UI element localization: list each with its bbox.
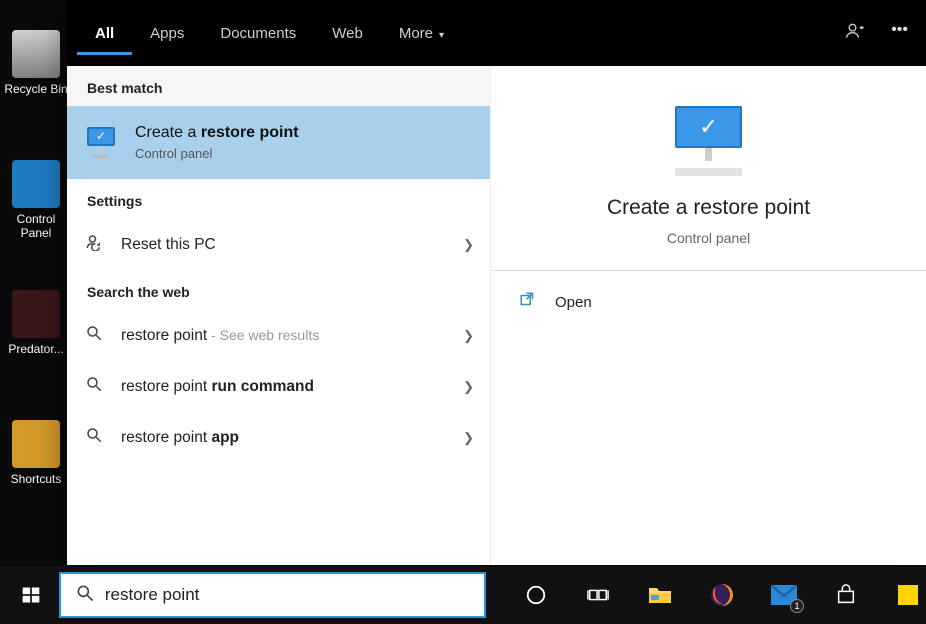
taskbar: 1 — [0, 566, 926, 624]
search-icon — [83, 324, 105, 347]
desktop-icon-label: Predator... — [4, 342, 68, 356]
desktop-icon-label: Control Panel — [4, 212, 68, 240]
preview-column: ✓ Create a restore point Control panel O… — [491, 66, 926, 565]
best-match-title-bold: restore point — [201, 124, 299, 141]
desktop-icon-control-panel[interactable]: Control Panel — [4, 160, 68, 240]
chevron-right-icon: ❯ — [463, 430, 474, 446]
search-tabs: All Apps Documents Web More ••• — [67, 0, 926, 66]
taskbar-search-box[interactable] — [59, 572, 486, 618]
chevron-right-icon: ❯ — [463, 237, 474, 253]
web-header: Search the web — [67, 270, 490, 310]
store-icon[interactable] — [832, 581, 860, 609]
search-icon — [83, 375, 105, 398]
feedback-icon[interactable] — [845, 21, 865, 46]
mail-icon[interactable]: 1 — [770, 581, 798, 609]
result-label: restore point run command — [121, 378, 447, 396]
action-open[interactable]: Open — [491, 271, 926, 333]
search-icon — [83, 426, 105, 449]
result-web-app[interactable]: restore point app ❯ — [67, 412, 490, 463]
control-panel-icon — [12, 160, 60, 208]
tab-web[interactable]: Web — [314, 15, 381, 52]
recycle-bin-icon — [12, 30, 60, 78]
search-icon — [75, 583, 95, 608]
more-options-icon[interactable]: ••• — [891, 21, 908, 46]
result-web-restore-point[interactable]: restore point - See web results ❯ — [67, 310, 490, 361]
desktop-icon-label: Recycle Bin — [4, 82, 68, 96]
taskview-icon[interactable] — [584, 581, 612, 609]
desktop-icon-label: Shortcuts — [4, 472, 68, 486]
predator-icon — [12, 290, 60, 338]
best-match-header: Best match — [67, 66, 490, 106]
chevron-right-icon: ❯ — [463, 379, 474, 395]
preview-title: Create a restore point — [511, 196, 906, 220]
search-input[interactable] — [105, 585, 470, 605]
firefox-icon[interactable] — [708, 581, 736, 609]
result-label: restore point app — [121, 429, 447, 447]
action-label: Open — [555, 294, 592, 311]
notes-icon[interactable] — [894, 581, 922, 609]
result-reset-pc[interactable]: Reset this PC ❯ — [67, 219, 490, 270]
best-match-result[interactable]: ✓ Create a restore point Control panel — [67, 106, 490, 179]
folder-icon — [12, 420, 60, 468]
search-body: Best match ✓ Create a restore point Cont… — [67, 66, 926, 565]
reset-icon — [83, 233, 105, 256]
preview-hero: ✓ Create a restore point Control panel — [491, 66, 926, 270]
start-button[interactable] — [4, 569, 59, 621]
windows-logo-icon — [21, 585, 41, 605]
settings-header: Settings — [67, 179, 490, 219]
results-column: Best match ✓ Create a restore point Cont… — [67, 66, 491, 565]
cortana-icon[interactable] — [522, 581, 550, 609]
search-panel: All Apps Documents Web More ••• Best mat… — [67, 0, 926, 565]
best-match-title-prefix: Create a — [135, 124, 201, 141]
taskbar-pinned-icons: 1 — [486, 581, 922, 609]
tab-apps[interactable]: Apps — [132, 15, 202, 52]
tab-documents[interactable]: Documents — [202, 15, 314, 52]
mail-badge: 1 — [790, 599, 804, 613]
desktop-icon-recycle-bin[interactable]: Recycle Bin — [4, 30, 68, 96]
best-match-text: Create a restore point Control panel — [135, 124, 299, 161]
best-match-subtitle: Control panel — [135, 146, 299, 161]
result-label: restore point - See web results — [121, 327, 447, 345]
preview-subtitle: Control panel — [511, 230, 906, 246]
desktop-icon-shortcuts[interactable]: Shortcuts — [4, 420, 68, 486]
restore-point-icon: ✓ — [83, 127, 119, 159]
preview-icon: ✓ — [667, 106, 751, 176]
explorer-icon[interactable] — [646, 581, 674, 609]
chevron-right-icon: ❯ — [463, 328, 474, 344]
desktop-icon-predator[interactable]: Predator... — [4, 290, 68, 356]
result-label: Reset this PC — [121, 236, 447, 254]
tab-all[interactable]: All — [77, 12, 132, 55]
tab-more[interactable]: More — [381, 15, 462, 52]
result-web-run-command[interactable]: restore point run command ❯ — [67, 361, 490, 412]
open-icon — [519, 291, 537, 313]
